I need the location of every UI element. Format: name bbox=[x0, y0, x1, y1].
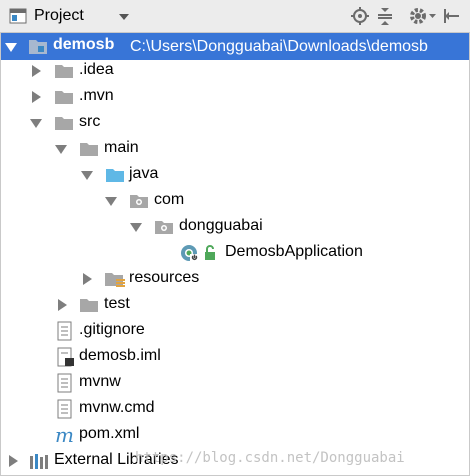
tree-node-iml[interactable]: demosb.iml bbox=[1, 344, 469, 370]
text-file-icon bbox=[57, 399, 73, 424]
source-folder-icon bbox=[105, 167, 125, 188]
hide-icon[interactable] bbox=[443, 7, 461, 25]
spring-boot-class-icon bbox=[179, 243, 201, 268]
node-label: .idea bbox=[79, 61, 114, 78]
node-label: main bbox=[104, 139, 139, 156]
node-label: dongguabai bbox=[179, 217, 263, 234]
node-label: .mvn bbox=[79, 87, 114, 104]
node-label: .gitignore bbox=[79, 321, 145, 338]
library-icon bbox=[29, 452, 49, 475]
tree-node-mvnw-cmd[interactable]: mvnw.cmd bbox=[1, 396, 469, 422]
project-view-icon[interactable] bbox=[9, 8, 27, 24]
expand-arrow-icon[interactable] bbox=[83, 273, 92, 285]
package-icon bbox=[129, 193, 149, 214]
maven-icon: m bbox=[55, 423, 74, 447]
tree-node-mvnw[interactable]: mvnw bbox=[1, 370, 469, 396]
tree-node-idea[interactable]: .idea bbox=[1, 58, 469, 84]
tree-node-root[interactable]: demosb C:\Users\Dongguabai\Downloads\dem… bbox=[1, 33, 469, 60]
tree-node-demosb-application[interactable]: DemosbApplication bbox=[1, 240, 469, 266]
project-toolbar: Project bbox=[0, 0, 470, 33]
module-folder-icon bbox=[28, 38, 48, 60]
watermark: https://blog.csdn.net/Dongguabai bbox=[135, 450, 405, 466]
node-label: demosb.iml bbox=[79, 347, 161, 364]
collapse-icon[interactable] bbox=[377, 7, 393, 25]
tree-node-java[interactable]: java bbox=[1, 162, 469, 188]
expand-arrow-icon[interactable] bbox=[5, 43, 17, 52]
expand-arrow-icon[interactable] bbox=[105, 197, 117, 206]
expand-arrow-icon[interactable] bbox=[55, 145, 67, 154]
tree-node-com[interactable]: com bbox=[1, 188, 469, 214]
tree-node-mvn[interactable]: .mvn bbox=[1, 84, 469, 110]
expand-arrow-icon[interactable] bbox=[81, 171, 93, 180]
folder-icon bbox=[79, 297, 99, 318]
resources-folder-icon bbox=[104, 271, 126, 294]
node-label: pom.xml bbox=[79, 425, 140, 442]
node-label: test bbox=[104, 295, 130, 312]
package-icon bbox=[154, 219, 174, 240]
expand-arrow-icon[interactable] bbox=[130, 223, 142, 232]
node-label: com bbox=[154, 191, 185, 208]
public-access-icon bbox=[203, 245, 217, 266]
text-file-icon bbox=[57, 321, 73, 346]
settings-icon[interactable] bbox=[409, 6, 437, 26]
expand-arrow-icon[interactable] bbox=[32, 65, 41, 77]
text-file-icon bbox=[57, 373, 73, 398]
folder-icon bbox=[79, 141, 99, 162]
tree-node-resources[interactable]: resources bbox=[1, 266, 469, 292]
expand-arrow-icon[interactable] bbox=[58, 299, 67, 311]
node-label: mvnw.cmd bbox=[79, 399, 155, 416]
locate-icon[interactable] bbox=[351, 7, 369, 25]
folder-icon bbox=[54, 115, 74, 136]
dropdown-arrow-icon[interactable] bbox=[118, 13, 130, 21]
node-label: DemosbApplication bbox=[225, 243, 363, 260]
folder-icon bbox=[54, 89, 74, 110]
tree-node-gitignore[interactable]: .gitignore bbox=[1, 318, 469, 344]
tree-node-dongguabai[interactable]: dongguabai bbox=[1, 214, 469, 240]
tree-node-test[interactable]: test bbox=[1, 292, 469, 318]
tree-node-src[interactable]: src bbox=[1, 110, 469, 136]
node-label: resources bbox=[129, 269, 200, 286]
root-node-label: demosb bbox=[53, 36, 115, 53]
expand-arrow-icon[interactable] bbox=[30, 119, 42, 128]
module-file-icon bbox=[57, 347, 75, 372]
folder-icon bbox=[54, 63, 74, 84]
project-view-title[interactable]: Project bbox=[34, 7, 84, 25]
tree-node-main[interactable]: main bbox=[1, 136, 469, 162]
root-node-path: C:\Users\Dongguabai\Downloads\demosb bbox=[130, 38, 428, 55]
tree-node-pom[interactable]: m pom.xml bbox=[1, 422, 469, 448]
node-label: mvnw bbox=[79, 373, 121, 390]
node-label: java bbox=[129, 165, 159, 182]
node-label: src bbox=[79, 113, 101, 130]
expand-arrow-icon[interactable] bbox=[32, 91, 41, 103]
expand-arrow-icon[interactable] bbox=[9, 455, 18, 467]
